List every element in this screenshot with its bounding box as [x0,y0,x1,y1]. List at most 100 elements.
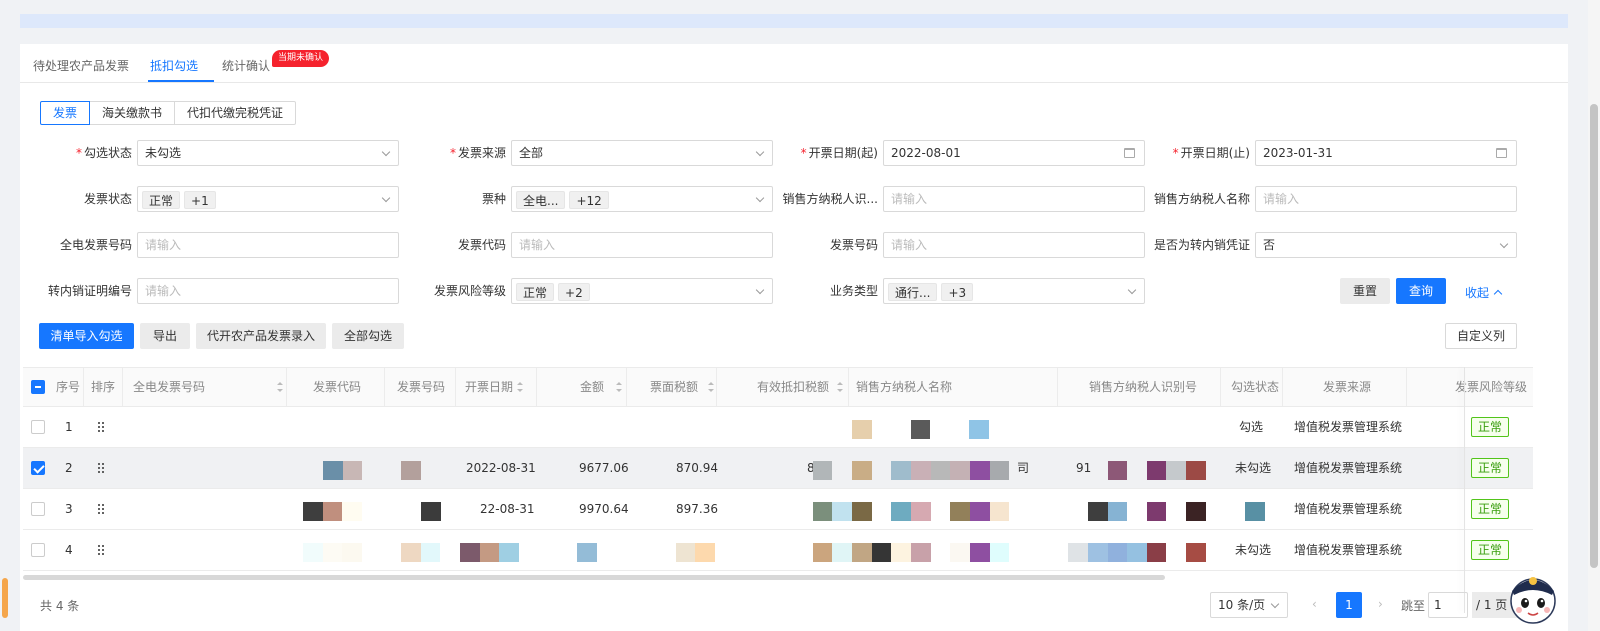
sort-icon[interactable] [708,382,715,392]
vertical-scroll-thumb[interactable] [1590,104,1598,568]
table-row[interactable]: 4 未勾选 增值税发票管理系统 正常 [23,530,1533,571]
col-index: 序号 [56,380,81,394]
active-tab-indicator [148,80,214,82]
is-transfer-select[interactable]: 否 [1255,232,1517,258]
col-valid-tax[interactable]: 有效抵扣税额 [757,368,844,406]
page-size-select[interactable]: 10 条/页 [1210,592,1288,618]
col-full-invoice-no[interactable]: 全电发票号码 [133,368,205,406]
row-checkbox[interactable] [31,543,45,557]
invoice-status-select[interactable]: 正常 +1 [137,186,399,212]
table-row[interactable]: 2 2022-08-31 9677.06 870.94 8 司 91 未勾选 增… [23,448,1533,489]
date-start-picker[interactable]: 2022-08-01 [883,140,1145,166]
full-invoice-no-text[interactable] [145,234,373,256]
custom-columns-button[interactable]: 自定义列 [1445,323,1517,349]
full-invoice-no-input[interactable] [137,232,399,258]
row-seller-id: 91 [1076,461,1092,475]
tag: 正常 [516,282,555,301]
col-amount-label: 金额 [580,380,605,394]
risk-level-label: 发票风险等级 [433,284,506,298]
chevron-down-icon [1127,285,1137,295]
segment-invoice[interactable]: 发票 [40,101,91,125]
collapse-link[interactable]: 收起 [1465,284,1503,301]
row-amount: 9677.06 [579,461,629,475]
date-start-label: * 开票日期(起) [800,146,878,160]
check-status-select[interactable]: 未勾选 [137,140,399,166]
row-seller-name-tail: 司 [1017,461,1030,475]
drag-handle-icon[interactable] [97,421,105,433]
invoice-no-input[interactable] [883,232,1145,258]
seller-tax-id-input[interactable] [883,186,1145,212]
assistant-avatar-icon[interactable] [1506,567,1560,627]
sort-icon[interactable] [616,382,623,392]
invoice-no-label: 发票号码 [829,238,878,252]
ticket-type-select[interactable]: 全电... +12 [511,186,773,212]
select-all-checkbox[interactable] [31,380,45,394]
biz-type-label: 业务类型 [829,284,878,298]
drag-handle-icon[interactable] [97,503,105,515]
seller-name-input[interactable] [1255,186,1517,212]
col-invoice-date[interactable]: 开票日期 [465,368,524,406]
table-row[interactable]: 1 勾选 增值税发票管理系统 正常 [23,407,1533,448]
vertical-scrollbar[interactable] [1588,0,1600,631]
row-source: 增值税发票管理系统 [1294,502,1403,516]
main-card: 待处理农产品发票 抵扣勾选 统计确认 当期未确认 发票 海关缴款书 代扣代缴完税… [20,44,1568,631]
chevron-up-icon [1493,289,1503,299]
horizontal-scrollbar[interactable] [23,575,1165,580]
sort-icon[interactable] [517,382,524,392]
jump-label: 跳至 [1401,599,1426,613]
table-row[interactable]: 3 22-08-31 9970.64 897.36 增值税发票管理系统 正常 [23,489,1533,530]
transfer-no-input[interactable] [137,278,399,304]
jump-page-input[interactable]: 1 [1428,592,1468,618]
tag: 全电... [516,190,566,209]
seller-name-text[interactable] [1263,188,1491,210]
tab-statistics-confirm[interactable]: 统计确认 [222,57,270,74]
invoice-source-select[interactable]: 全部 [511,140,773,166]
risk-level-badge: 正常 [1471,417,1510,437]
col-sort: 排序 [91,380,116,394]
chevron-down-icon [755,147,765,157]
invoice-code-text[interactable] [519,234,747,256]
invoice-source-label: * 发票来源 [449,146,506,160]
redacted-invoice-code [303,502,362,521]
transfer-no-text[interactable] [145,280,373,302]
prev-page-button[interactable]: ‹ [1312,597,1317,611]
redacted-tax [676,543,715,562]
query-button[interactable]: 查询 [1396,278,1446,304]
drag-handle-icon[interactable] [97,462,105,474]
redacted-seller-id [1088,502,1206,521]
calendar-icon [1124,148,1135,158]
sort-icon[interactable] [277,382,283,392]
seller-tax-id-label: 销售方纳税人识... [782,192,878,206]
row-tax: 870.94 [676,461,718,475]
segment-customs-payment[interactable]: 海关缴款书 [89,101,176,125]
risk-level-select[interactable]: 正常 +2 [511,278,773,304]
redacted-invoice-no [401,461,421,480]
row-checkbox[interactable] [31,461,45,475]
chevron-down-icon [1270,599,1280,609]
total-count: 共 4 条 [40,599,80,613]
invoice-code-input[interactable] [511,232,773,258]
row-checkbox[interactable] [31,502,45,516]
import-check-button[interactable]: 清单导入勾选 [39,323,134,349]
check-all-button[interactable]: 全部勾选 [332,323,404,349]
export-button[interactable]: 导出 [140,323,190,349]
redacted-seller-name [813,461,1009,480]
col-amount[interactable]: 金额 [580,368,623,406]
row-checkbox[interactable] [31,420,45,434]
drag-handle-icon[interactable] [97,544,105,556]
tab-pending-agri-invoices[interactable]: 待处理农产品发票 [33,57,129,74]
date-end-picker[interactable]: 2023-01-31 [1255,140,1517,166]
biz-type-select[interactable]: 通行... +3 [883,278,1145,304]
sort-icon[interactable] [837,382,844,392]
col-tax[interactable]: 票面税额 [650,368,715,406]
next-page-button[interactable]: › [1378,597,1383,611]
invoice-no-text[interactable] [891,234,1119,256]
unconfirmed-badge: 当期未确认 [272,50,330,67]
reset-button[interactable]: 重置 [1340,278,1390,304]
current-page-button[interactable]: 1 [1336,592,1362,618]
segment-withholding-certificate[interactable]: 代扣代缴完税凭证 [174,101,297,125]
risk-level-badge: 正常 [1471,499,1510,519]
seller-tax-id-text[interactable] [891,188,1119,210]
agri-invoice-entry-button[interactable]: 代开农产品发票录入 [196,323,326,349]
tab-deduction-check[interactable]: 抵扣勾选 [150,57,198,74]
